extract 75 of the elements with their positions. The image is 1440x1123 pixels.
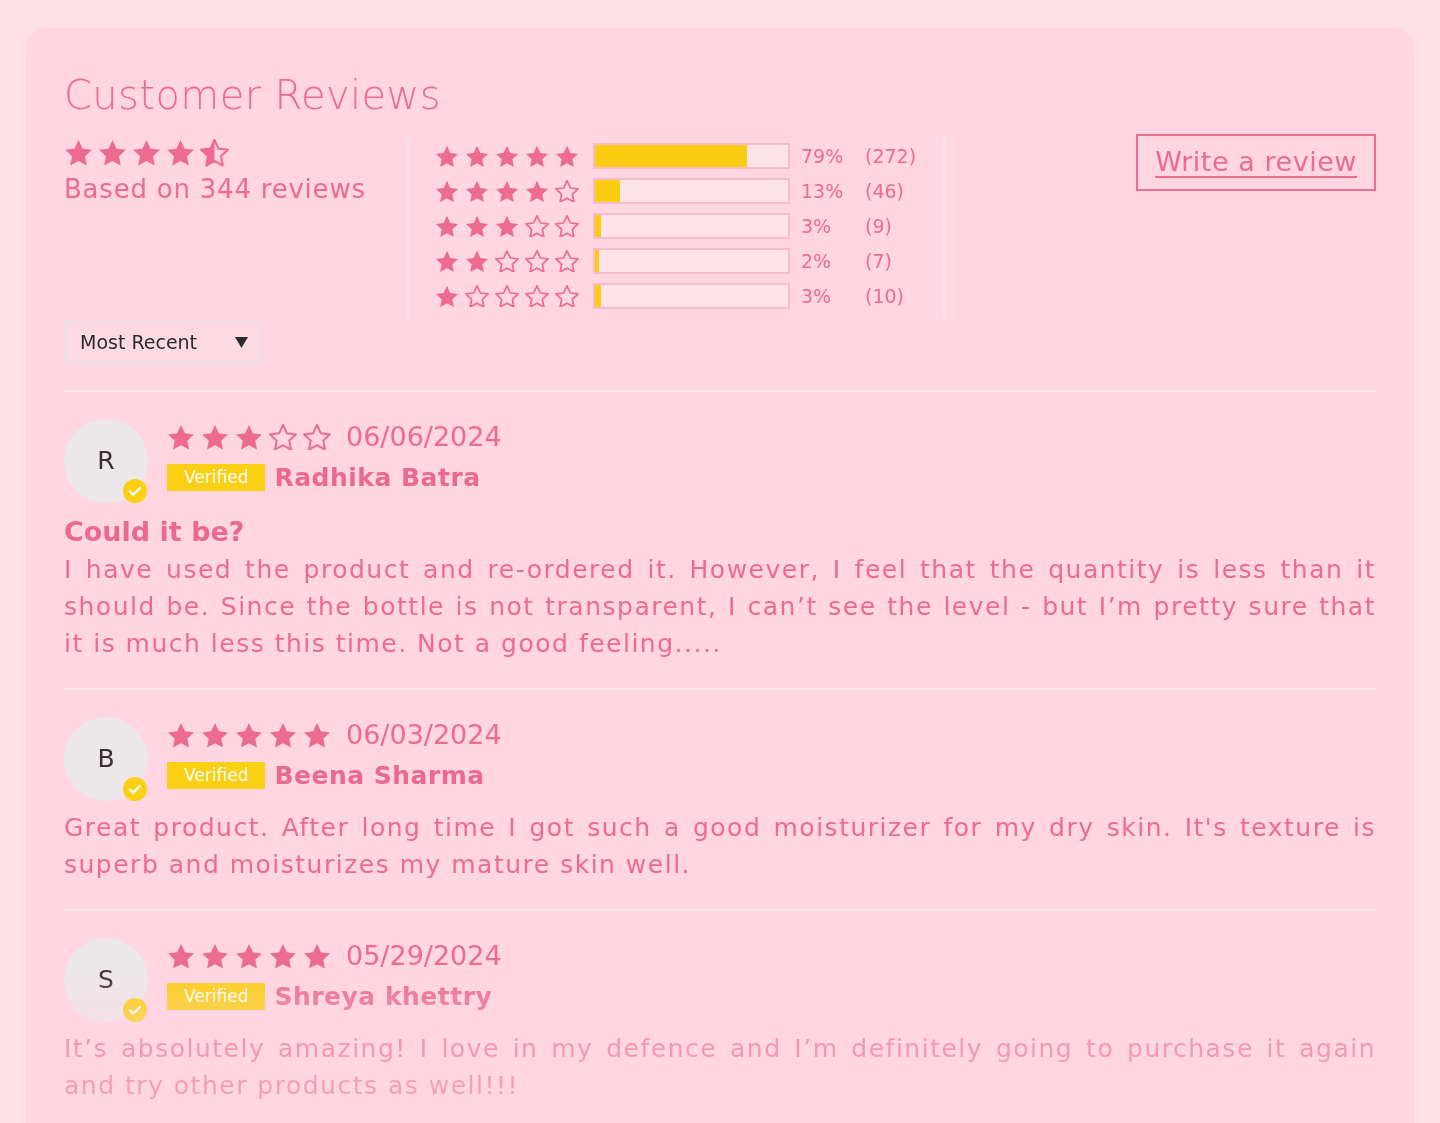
rating-percent: 79% [801, 143, 845, 169]
star-outline-icon [495, 284, 519, 308]
star-icon [167, 942, 195, 970]
rating-count: (7) [865, 248, 892, 274]
star-icon [64, 139, 93, 167]
reviewer-name: Shreya khettry [274, 981, 493, 1013]
star-icon [235, 942, 263, 970]
avatar-initial: R [97, 445, 115, 478]
star-icon [435, 144, 459, 168]
star-icon [435, 284, 459, 308]
review-text: It’s absolutely amazing! I love in my defence and I’m definitely going to purchase it again and try other products as well!!! [64, 1033, 1376, 1102]
rating-count: (272) [865, 143, 917, 169]
star-icon [166, 139, 195, 167]
rating-percent: 3% [801, 213, 833, 239]
star-outline-icon [555, 284, 579, 308]
star-icon [303, 721, 331, 749]
rating-count: (10) [865, 283, 904, 309]
star-icon [167, 721, 195, 749]
avatar-initial: B [97, 743, 115, 776]
review-title: Could it be? [64, 515, 245, 549]
star-outline-icon [303, 423, 331, 451]
star-outline-icon [465, 284, 489, 308]
star-icon [98, 139, 127, 167]
sort-dropdown[interactable]: Most Recent [64, 321, 262, 363]
star-icon [525, 144, 549, 168]
verified-badge: Verified [167, 983, 266, 1011]
star-outline-icon [269, 423, 297, 451]
section-title: Customer Reviews [64, 71, 441, 119]
star-icon [465, 214, 489, 238]
avatar-initial: S [98, 964, 114, 997]
star-icon [201, 721, 229, 749]
star-icon [235, 423, 263, 451]
star-outline-icon [555, 214, 579, 238]
star-icon [435, 179, 459, 203]
rating-count: (46) [865, 178, 904, 204]
review-count-caption: Based on 344 reviews [64, 172, 366, 205]
star-icon [465, 249, 489, 273]
star-icon [435, 214, 459, 238]
half-star-icon [200, 139, 229, 167]
star-icon [269, 721, 297, 749]
star-outline-icon [555, 249, 579, 273]
star-icon [495, 144, 519, 168]
star-icon [465, 144, 489, 168]
reviewer-name: Radhika Batra [274, 462, 481, 494]
star-icon [435, 249, 459, 273]
star-outline-icon [495, 249, 519, 273]
star-icon [495, 214, 519, 238]
rating-count: (9) [865, 213, 892, 239]
star-icon [235, 721, 263, 749]
review-date: 06/06/2024 [346, 419, 502, 454]
star-icon [201, 942, 229, 970]
review-date: 05/29/2024 [346, 938, 502, 973]
rating-percent: 3% [801, 283, 833, 309]
star-icon [465, 179, 489, 203]
rating-percent: 2% [801, 248, 833, 274]
star-outline-icon [525, 284, 549, 308]
review-date: 06/03/2024 [346, 717, 502, 752]
star-icon [167, 423, 195, 451]
review-text: I have used the product and re-ordered it. However, I feel that the quantity is less than it should be. Since the bottle is not transparent, I can’t see the level - but I’m pretty sure that it is much less this time. Not a good feeling..... [64, 554, 1376, 660]
star-icon [201, 423, 229, 451]
caret-down-icon [235, 336, 248, 348]
review-text: Great product. After long time I got such a good moisturizer for my dry skin. It's texture is superb and moisturizes my mature skin well. [64, 812, 1376, 881]
star-outline-icon [555, 179, 579, 203]
star-icon [495, 179, 519, 203]
star-icon [555, 144, 579, 168]
star-icon [269, 942, 297, 970]
star-icon [303, 942, 331, 970]
rating-percent: 13% [801, 178, 845, 204]
star-outline-icon [525, 214, 549, 238]
reviewer-name: Beena Sharma [274, 760, 485, 792]
star-icon [525, 179, 549, 203]
star-outline-icon [525, 249, 549, 273]
verified-badge: Verified [167, 762, 266, 790]
star-icon [132, 139, 161, 167]
verified-badge: Verified [167, 464, 266, 492]
